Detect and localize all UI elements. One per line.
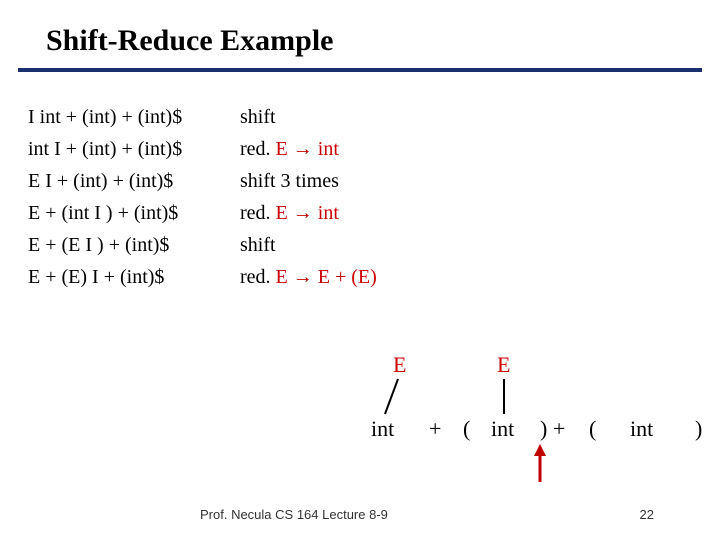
tree-leaf-plus: + <box>429 416 441 442</box>
step-rhs: red. E → int <box>240 198 339 228</box>
step-lhs: E + (E I ) + (int)$ <box>28 230 240 260</box>
tree-node-E: E <box>497 352 510 378</box>
step-lhs: E + (int I ) + (int)$ <box>28 198 240 228</box>
tree-leaf-rparen: ) <box>695 416 702 442</box>
step-lhs: E I + (int) + (int)$ <box>28 166 240 196</box>
footer-attribution: Prof. Necula CS 164 Lecture 8-9 <box>200 507 388 522</box>
step-rhs: red. E → E + (E) <box>240 262 377 292</box>
page-number: 22 <box>640 507 654 522</box>
tree-node-E: E <box>393 352 406 378</box>
step-lhs: E + (E) I + (int)$ <box>28 262 240 292</box>
reduction: E → int <box>276 202 339 224</box>
title-rule <box>18 68 702 72</box>
step-row: E + (int I ) + (int)$ red. E → int <box>28 198 720 228</box>
step-rhs: shift <box>240 230 276 260</box>
tree-lines <box>355 352 715 482</box>
reduction: E → E + (E) <box>276 266 377 288</box>
page-title: Shift-Reduce Example <box>0 0 720 68</box>
step-row: E I + (int) + (int)$ shift 3 times <box>28 166 720 196</box>
step-row: I int + (int) + (int)$ shift <box>28 102 720 132</box>
reduction: E → int <box>276 138 339 160</box>
tree-edge <box>385 379 398 414</box>
derivation-steps: I int + (int) + (int)$ shift int I + (in… <box>28 102 720 292</box>
tree-leaf-int: int <box>630 416 653 442</box>
tree-leaf-rparen-plus: ) + <box>540 416 565 442</box>
marker-arrowhead <box>534 444 546 456</box>
parse-tree: E E int + ( int ) + ( int ) <box>355 352 715 482</box>
tree-leaf-lparen: ( <box>463 416 470 442</box>
step-rhs: shift 3 times <box>240 166 339 196</box>
tree-leaf-lparen: ( <box>589 416 596 442</box>
step-lhs: I int + (int) + (int)$ <box>28 102 240 132</box>
step-rhs: red. E → int <box>240 134 339 164</box>
step-rhs: shift <box>240 102 276 132</box>
tree-leaf-int: int <box>371 416 394 442</box>
step-row: E + (E) I + (int)$ red. E → E + (E) <box>28 262 720 292</box>
step-row: int I + (int) + (int)$ red. E → int <box>28 134 720 164</box>
step-row: E + (E I ) + (int)$ shift <box>28 230 720 260</box>
step-lhs: int I + (int) + (int)$ <box>28 134 240 164</box>
tree-leaf-int: int <box>491 416 514 442</box>
